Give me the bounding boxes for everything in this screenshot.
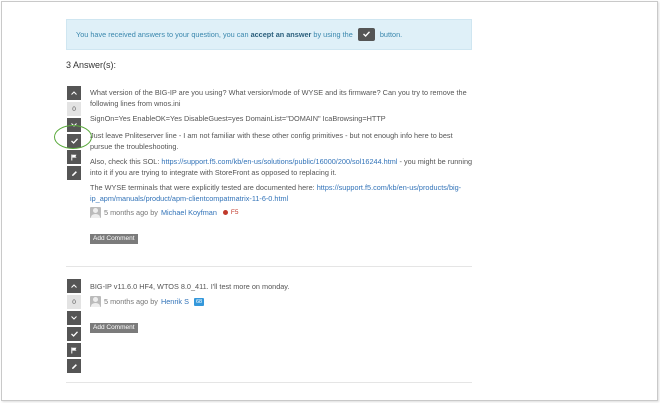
answer-1-para-4: Also, check this SOL: https://support.f5… xyxy=(90,156,475,178)
pencil-icon xyxy=(71,363,77,369)
f5-badge-icon xyxy=(222,210,228,215)
answer-1-body: What version of the BIG-IP are you using… xyxy=(90,87,475,218)
flag-icon xyxy=(71,347,77,353)
answer-2-meta: 5 months ago by Henrik S 68 xyxy=(90,296,475,307)
answer-1-para-3: Just leave Pnliteserver line - I am not … xyxy=(90,131,453,151)
timestamp: 5 months ago by xyxy=(104,208,158,217)
avatar xyxy=(90,207,101,218)
answer-2-vote-column: 0 xyxy=(67,279,81,375)
vote-score: 0 xyxy=(67,295,81,309)
answer-2-para-1: BIG-IP v11.6.0 HF4, WTOS 8.0_411. I'll t… xyxy=(90,282,290,291)
notice-text-after: button. xyxy=(377,30,403,39)
para-5-text: The WYSE terminals that were explicitly … xyxy=(90,183,317,192)
add-comment-button[interactable]: Add Comment xyxy=(90,323,138,333)
flag-icon xyxy=(71,154,77,160)
flag-button[interactable] xyxy=(67,343,81,357)
edit-button[interactable] xyxy=(67,359,81,373)
notice-strong: accept an answer xyxy=(250,30,312,39)
flag-button[interactable] xyxy=(67,150,81,164)
add-comment-button[interactable]: Add Comment xyxy=(90,234,138,244)
avatar xyxy=(90,296,101,307)
edit-button[interactable] xyxy=(67,166,81,180)
vote-score: 0 xyxy=(67,102,81,116)
chevron-up-icon xyxy=(71,91,77,95)
check-icon xyxy=(357,27,375,41)
answer-separator xyxy=(66,382,472,383)
answer-2-body: BIG-IP v11.6.0 HF4, WTOS 8.0_411. I'll t… xyxy=(90,281,475,307)
answer-1-para-1: What version of the BIG-IP are you using… xyxy=(90,88,467,108)
accept-answer-button[interactable] xyxy=(67,327,81,341)
accept-highlight-circle xyxy=(54,125,92,149)
sol-link[interactable]: https://support.f5.com/kb/en-us/solution… xyxy=(161,157,397,166)
chevron-up-icon xyxy=(71,284,77,288)
reputation-badge: 68 xyxy=(193,297,205,306)
downvote-button[interactable] xyxy=(67,311,81,325)
timestamp: 5 months ago by xyxy=(104,297,158,306)
chevron-down-icon xyxy=(71,316,77,320)
author-link[interactable]: Michael Koyfman xyxy=(161,207,217,218)
answer-1-para-5: The WYSE terminals that were explicitly … xyxy=(90,182,475,204)
upvote-button[interactable] xyxy=(67,86,81,100)
notice-text-before: You have received answers to your questi… xyxy=(76,30,251,39)
upvote-button[interactable] xyxy=(67,279,81,293)
answers-count: 3 Answer(s): xyxy=(66,60,117,70)
pencil-icon xyxy=(71,170,77,176)
accept-answer-notice: You have received answers to your questi… xyxy=(66,19,472,50)
answer-1-para-2: SignOn=Yes EnableOK=Yes DisableGuest=yes… xyxy=(90,114,386,123)
answer-separator xyxy=(66,266,472,267)
notice-text-mid: by using the xyxy=(311,30,355,39)
author-badge: F5 xyxy=(230,209,239,216)
check-icon xyxy=(70,331,78,337)
para-4-text: Also, check this SOL: xyxy=(90,157,162,166)
author-link[interactable]: Henrik S xyxy=(161,296,189,307)
answer-1-meta: 5 months ago by Michael Koyfman F5 xyxy=(90,207,475,218)
